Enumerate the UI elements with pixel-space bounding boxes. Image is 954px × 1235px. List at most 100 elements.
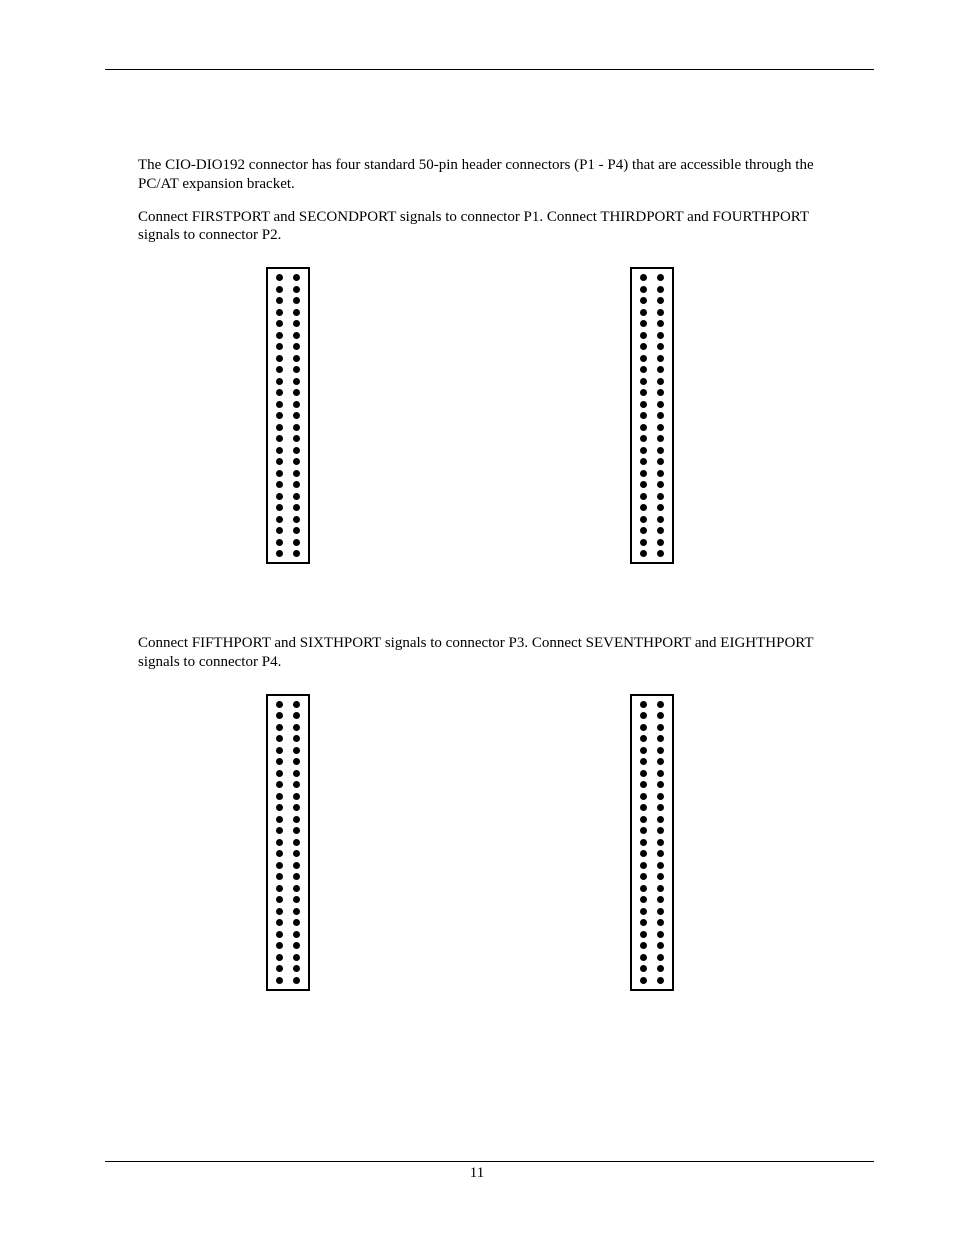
- connector-p2: [630, 267, 674, 564]
- pin: [657, 954, 664, 961]
- pin-row: [276, 435, 300, 442]
- pin-row: [640, 504, 664, 511]
- pin: [276, 931, 283, 938]
- pin: [640, 793, 647, 800]
- pin: [657, 424, 664, 431]
- pin: [276, 355, 283, 362]
- pin: [657, 896, 664, 903]
- connector-row-top: [266, 267, 854, 564]
- pin-row: [640, 954, 664, 961]
- pin: [276, 527, 283, 534]
- pin: [657, 504, 664, 511]
- pin: [293, 516, 300, 523]
- pin-row: [276, 378, 300, 385]
- pin-row: [640, 816, 664, 823]
- pin: [640, 320, 647, 327]
- pin-row: [276, 827, 300, 834]
- pin: [640, 942, 647, 949]
- pin-row: [276, 401, 300, 408]
- pin-row: [640, 701, 664, 708]
- pin: [657, 550, 664, 557]
- pin: [657, 712, 664, 719]
- pin: [293, 378, 300, 385]
- pin: [657, 758, 664, 765]
- pin: [657, 355, 664, 362]
- pin: [657, 274, 664, 281]
- pin: [640, 366, 647, 373]
- pin-row: [276, 931, 300, 938]
- pin: [657, 781, 664, 788]
- pin-row: [276, 747, 300, 754]
- pin: [293, 412, 300, 419]
- pin-row: [640, 873, 664, 880]
- pin: [657, 747, 664, 754]
- pin: [276, 458, 283, 465]
- pin-row: [276, 781, 300, 788]
- pin: [640, 332, 647, 339]
- pin: [276, 862, 283, 869]
- pin: [657, 850, 664, 857]
- pin: [657, 827, 664, 834]
- pin-row: [640, 850, 664, 857]
- pin: [276, 539, 283, 546]
- pin: [276, 550, 283, 557]
- pin: [276, 701, 283, 708]
- connector-p4: [630, 694, 674, 991]
- pin: [640, 931, 647, 938]
- pin-row: [276, 355, 300, 362]
- pin: [293, 793, 300, 800]
- pin: [276, 724, 283, 731]
- pin: [293, 401, 300, 408]
- pin-row: [640, 286, 664, 293]
- pin: [657, 493, 664, 500]
- pin: [276, 470, 283, 477]
- pin: [276, 343, 283, 350]
- pin: [293, 539, 300, 546]
- pin-row: [640, 896, 664, 903]
- pin: [293, 550, 300, 557]
- pin: [293, 297, 300, 304]
- pin: [640, 378, 647, 385]
- pin-row: [276, 389, 300, 396]
- pin: [293, 320, 300, 327]
- pin: [276, 770, 283, 777]
- pin-row: [276, 343, 300, 350]
- pin: [293, 942, 300, 949]
- header-rule: [105, 69, 874, 70]
- pin: [640, 758, 647, 765]
- pin-row: [276, 977, 300, 984]
- pin-row: [640, 343, 664, 350]
- pin: [293, 712, 300, 719]
- pin: [293, 527, 300, 534]
- pin: [657, 320, 664, 327]
- pin: [657, 873, 664, 880]
- pin: [276, 412, 283, 419]
- pin-row: [276, 274, 300, 281]
- pin-row: [640, 839, 664, 846]
- pin-row: [276, 862, 300, 869]
- pin-row: [276, 770, 300, 777]
- pin-row: [276, 470, 300, 477]
- pin-row: [640, 885, 664, 892]
- pin: [293, 286, 300, 293]
- pin: [293, 389, 300, 396]
- pin: [640, 539, 647, 546]
- pin-row: [640, 355, 664, 362]
- pin-row: [276, 804, 300, 811]
- pin-row: [640, 401, 664, 408]
- pin: [293, 493, 300, 500]
- pin-row: [276, 516, 300, 523]
- pin-row: [640, 919, 664, 926]
- pin-row: [276, 412, 300, 419]
- pin-row: [640, 539, 664, 546]
- pin: [276, 447, 283, 454]
- pin-row: [276, 735, 300, 742]
- pin-row: [276, 908, 300, 915]
- pin: [276, 332, 283, 339]
- pin-row: [276, 712, 300, 719]
- pin: [293, 274, 300, 281]
- pin: [293, 701, 300, 708]
- pin-row: [640, 862, 664, 869]
- pin: [640, 424, 647, 431]
- pin: [640, 701, 647, 708]
